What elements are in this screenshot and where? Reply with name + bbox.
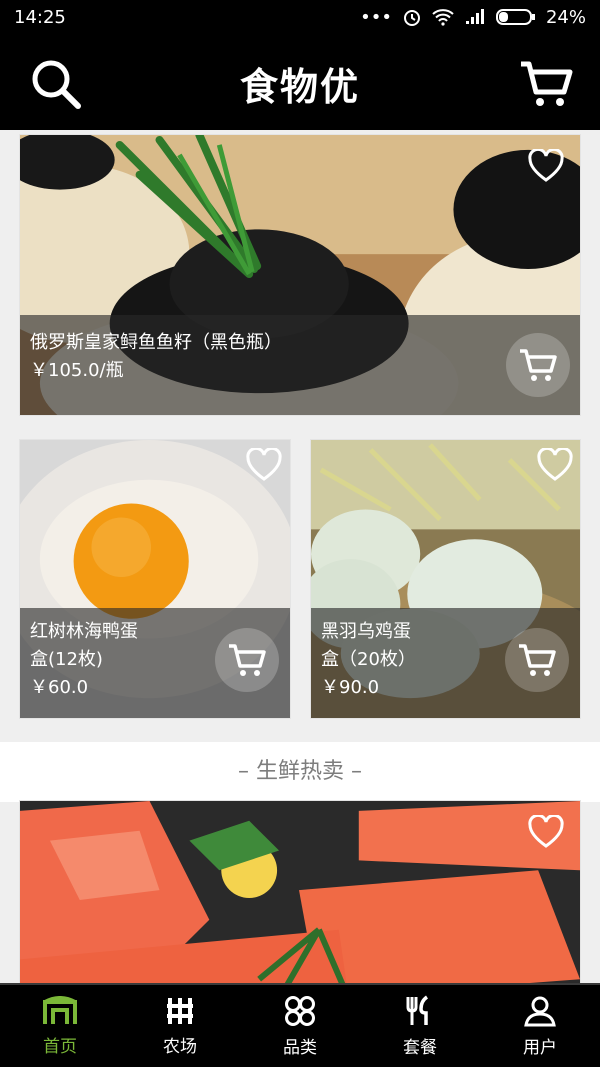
app-header: 食物优 [0,34,600,130]
favorite-heart-icon[interactable] [246,446,282,482]
cart-icon [520,349,557,381]
product-price: ￥105.0/瓶 [30,360,124,381]
product-card[interactable] [19,800,581,983]
cart-icon [519,644,556,676]
user-icon [524,996,556,1026]
more-dots-icon: ••• [360,6,392,28]
favorite-heart-icon[interactable] [537,446,573,482]
cart-icon[interactable] [518,56,574,112]
nav-item-meal[interactable]: 套餐 [360,985,480,1067]
wifi-icon [432,9,454,26]
nav-item-category[interactable]: 品类 [240,985,360,1067]
nav-label-meal: 套餐 [403,1037,437,1058]
product-card[interactable]: 红树林海鸭蛋 盒(12枚) ￥60.0 [19,439,291,719]
nav-label-user: 用户 [523,1037,557,1058]
add-to-cart-button[interactable] [215,628,279,692]
nav-label-home: 首页 [43,1036,77,1057]
farm-icon [167,997,193,1024]
nav-label-category: 品类 [283,1037,317,1058]
nav-item-farm[interactable]: 农场 [120,985,240,1067]
nav-item-home[interactable]: 首页 [0,985,120,1067]
app-title: 食物优 [239,64,360,109]
home-icon [43,995,77,1024]
nav-item-user[interactable]: 用户 [480,985,600,1067]
battery-percent: 24% [545,6,586,28]
favorite-heart-icon[interactable] [528,813,564,849]
product-card[interactable]: 黑羽乌鸡蛋 盒（20枚） ￥90.0 [310,439,581,719]
status-icons: ••• 24% [360,7,586,28]
product-card[interactable]: 俄罗斯皇家鲟鱼鱼籽（黑色瓶） ￥105.0/瓶 [19,134,581,416]
status-time: 14:25 [14,6,66,28]
status-bar: 14:25 ••• 24% [0,0,600,34]
favorite-heart-icon[interactable] [528,147,564,183]
add-to-cart-button[interactable] [506,333,570,397]
alarm-icon [403,10,420,26]
meal-icon [406,995,429,1025]
product-info-overlay: 俄罗斯皇家鲟鱼鱼籽（黑色瓶） ￥105.0/瓶 [20,315,580,415]
nav-label-farm: 农场 [163,1036,197,1057]
signal-icon [465,9,484,24]
add-to-cart-button[interactable] [505,628,569,692]
product-feed[interactable]: 俄罗斯皇家鲟鱼鱼籽（黑色瓶） ￥105.0/瓶 红树林海鸭蛋 盒(12枚) ￥6… [0,130,600,983]
bottom-nav: 首页 农场 品类 套餐 用户 [0,983,600,1067]
battery-icon [495,9,535,25]
cart-icon [229,644,266,676]
product-name: 俄罗斯皇家鲟鱼鱼籽（黑色瓶） [30,332,282,353]
section-title: – 生鲜热卖 – [0,742,600,802]
product-image-salmon [20,801,580,983]
category-icon [285,995,315,1026]
